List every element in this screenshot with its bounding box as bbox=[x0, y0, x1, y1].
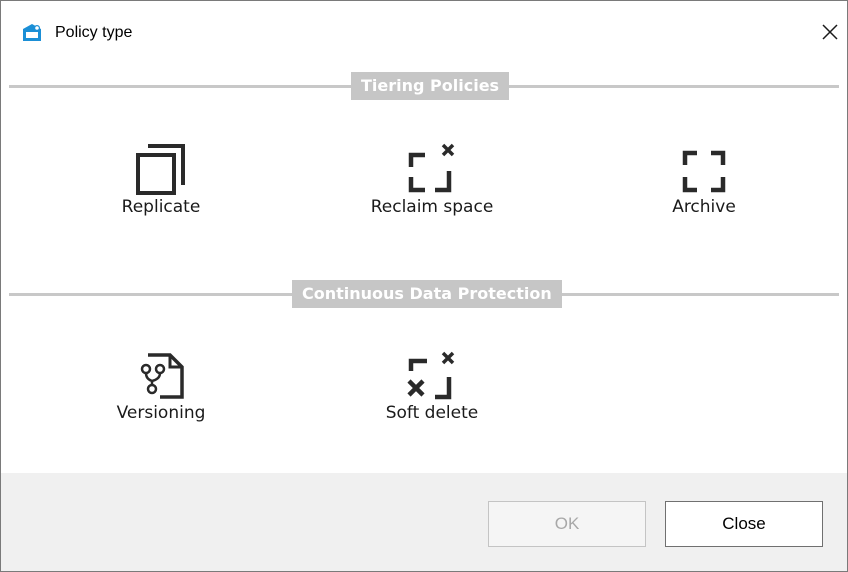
policy-archive[interactable]: Archive bbox=[651, 143, 757, 217]
title-bar: Policy type bbox=[1, 1, 847, 65]
policy-soft-delete[interactable]: Soft delete bbox=[371, 351, 493, 423]
policy-label: Versioning bbox=[116, 403, 206, 423]
section-label-cdp: Continuous Data Protection bbox=[292, 280, 562, 308]
app-icon bbox=[23, 24, 41, 41]
close-icon[interactable] bbox=[819, 21, 841, 43]
section-label-tiering: Tiering Policies bbox=[351, 72, 510, 100]
policy-label: Soft delete bbox=[385, 403, 479, 423]
policy-type-dialog: Policy type Tiering Policies Replicate R… bbox=[0, 0, 848, 572]
policy-label: Replicate bbox=[121, 197, 201, 217]
archive-icon bbox=[682, 150, 726, 193]
soft-delete-icon bbox=[407, 351, 455, 400]
policy-replicate[interactable]: Replicate bbox=[101, 143, 221, 217]
replicate-icon bbox=[136, 144, 185, 195]
dialog-title: Policy type bbox=[55, 24, 133, 41]
policy-label: Archive bbox=[672, 197, 736, 217]
reclaim-space-icon bbox=[408, 143, 455, 193]
policy-versioning[interactable]: Versioning bbox=[101, 351, 221, 423]
policy-label: Reclaim space bbox=[370, 197, 494, 217]
versioning-icon bbox=[140, 353, 184, 399]
ok-button[interactable]: OK bbox=[488, 501, 646, 547]
dialog-footer: OK Close bbox=[1, 473, 847, 571]
policy-reclaim-space[interactable]: Reclaim space bbox=[361, 143, 503, 217]
close-button[interactable]: Close bbox=[665, 501, 823, 547]
